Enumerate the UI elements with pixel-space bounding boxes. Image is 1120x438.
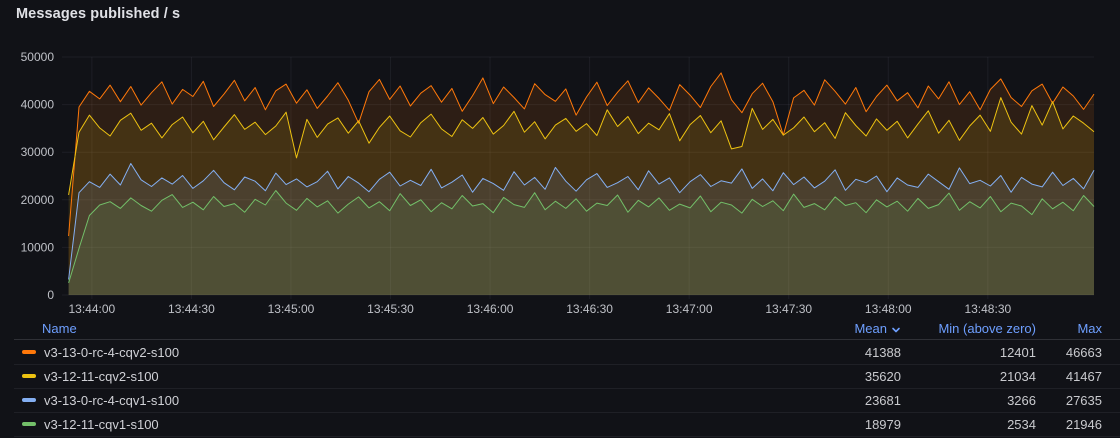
svg-text:13:48:30: 13:48:30 [964,302,1011,316]
series-name[interactable]: v3-13-0-rc-4-cqv2-s100 [44,345,179,360]
series-color-swatch [22,374,36,378]
svg-text:13:44:00: 13:44:00 [69,302,116,316]
max-value: 27635 [1036,393,1102,408]
chart-canvas[interactable]: 0100002000030000400005000013:44:0013:44:… [0,45,1120,318]
column-header-mean-label: Mean [854,321,887,336]
min-value: 21034 [901,369,1036,384]
svg-text:13:48:00: 13:48:00 [865,302,912,316]
panel-title[interactable]: Messages published / s [16,6,180,22]
svg-text:13:46:00: 13:46:00 [467,302,514,316]
series-color-swatch [22,422,36,426]
series-name[interactable]: v3-13-0-rc-4-cqv1-s100 [44,393,179,408]
mean-value: 18979 [781,417,901,432]
svg-text:30000: 30000 [21,145,55,159]
mean-value: 41388 [781,345,901,360]
min-value: 12401 [901,345,1036,360]
max-value: 41467 [1036,369,1102,384]
legend-row: v3-13-0-rc-4-cqv1-s100 23681 3266 27635 [0,388,1120,412]
series-name[interactable]: v3-12-11-cqv1-s100 [44,417,159,432]
column-header-min[interactable]: Min (above zero) [901,321,1036,336]
sort-descending-icon [891,325,901,335]
svg-text:20000: 20000 [21,193,55,207]
timeseries-svg[interactable]: 0100002000030000400005000013:44:0013:44:… [0,45,1120,318]
series-area-v3-12-11-cqv1-s100 [69,191,1094,296]
table-divider [14,436,1120,437]
max-value: 46663 [1036,345,1102,360]
min-value: 2534 [901,417,1036,432]
svg-text:0: 0 [47,288,54,302]
legend-row: v3-13-0-rc-4-cqv2-s100 41388 12401 46663 [0,340,1120,364]
svg-text:13:47:00: 13:47:00 [666,302,713,316]
column-header-name[interactable]: Name [22,321,781,336]
series-color-swatch [22,398,36,402]
legend-table: Name Mean Min (above zero) Max v3-13-0-r… [0,317,1120,437]
legend-row: v3-12-11-cqv1-s100 18979 2534 21946 [0,412,1120,436]
svg-text:13:46:30: 13:46:30 [566,302,613,316]
min-value: 3266 [901,393,1036,408]
timeseries-panel: Messages published / s 0 10000 20000 30000 4… [0,0,1120,438]
y-axis-labels: 0 10000 20000 30000 40000 50000 [21,50,55,302]
series-name[interactable]: v3-12-11-cqv2-s100 [44,369,159,384]
series-color-swatch [22,350,36,354]
svg-text:40000: 40000 [21,98,55,112]
column-header-name-label: Name [42,321,77,336]
svg-text:13:45:00: 13:45:00 [268,302,315,316]
mean-value: 35620 [781,369,901,384]
max-value: 21946 [1036,417,1102,432]
mean-value: 23681 [781,393,901,408]
svg-text:10000: 10000 [21,240,55,254]
column-header-mean[interactable]: Mean [781,321,901,336]
column-header-max[interactable]: Max [1036,321,1102,336]
svg-text:50000: 50000 [21,50,55,64]
svg-text:13:44:30: 13:44:30 [168,302,215,316]
svg-text:13:45:30: 13:45:30 [367,302,414,316]
legend-table-header: Name Mean Min (above zero) Max [0,317,1120,340]
svg-text:13:47:30: 13:47:30 [765,302,812,316]
legend-row: v3-12-11-cqv2-s100 35620 21034 41467 [0,364,1120,388]
x-axis-labels: 13:44:00 13:44:30 13:45:00 13:45:30 13:46:00… [69,302,1012,316]
